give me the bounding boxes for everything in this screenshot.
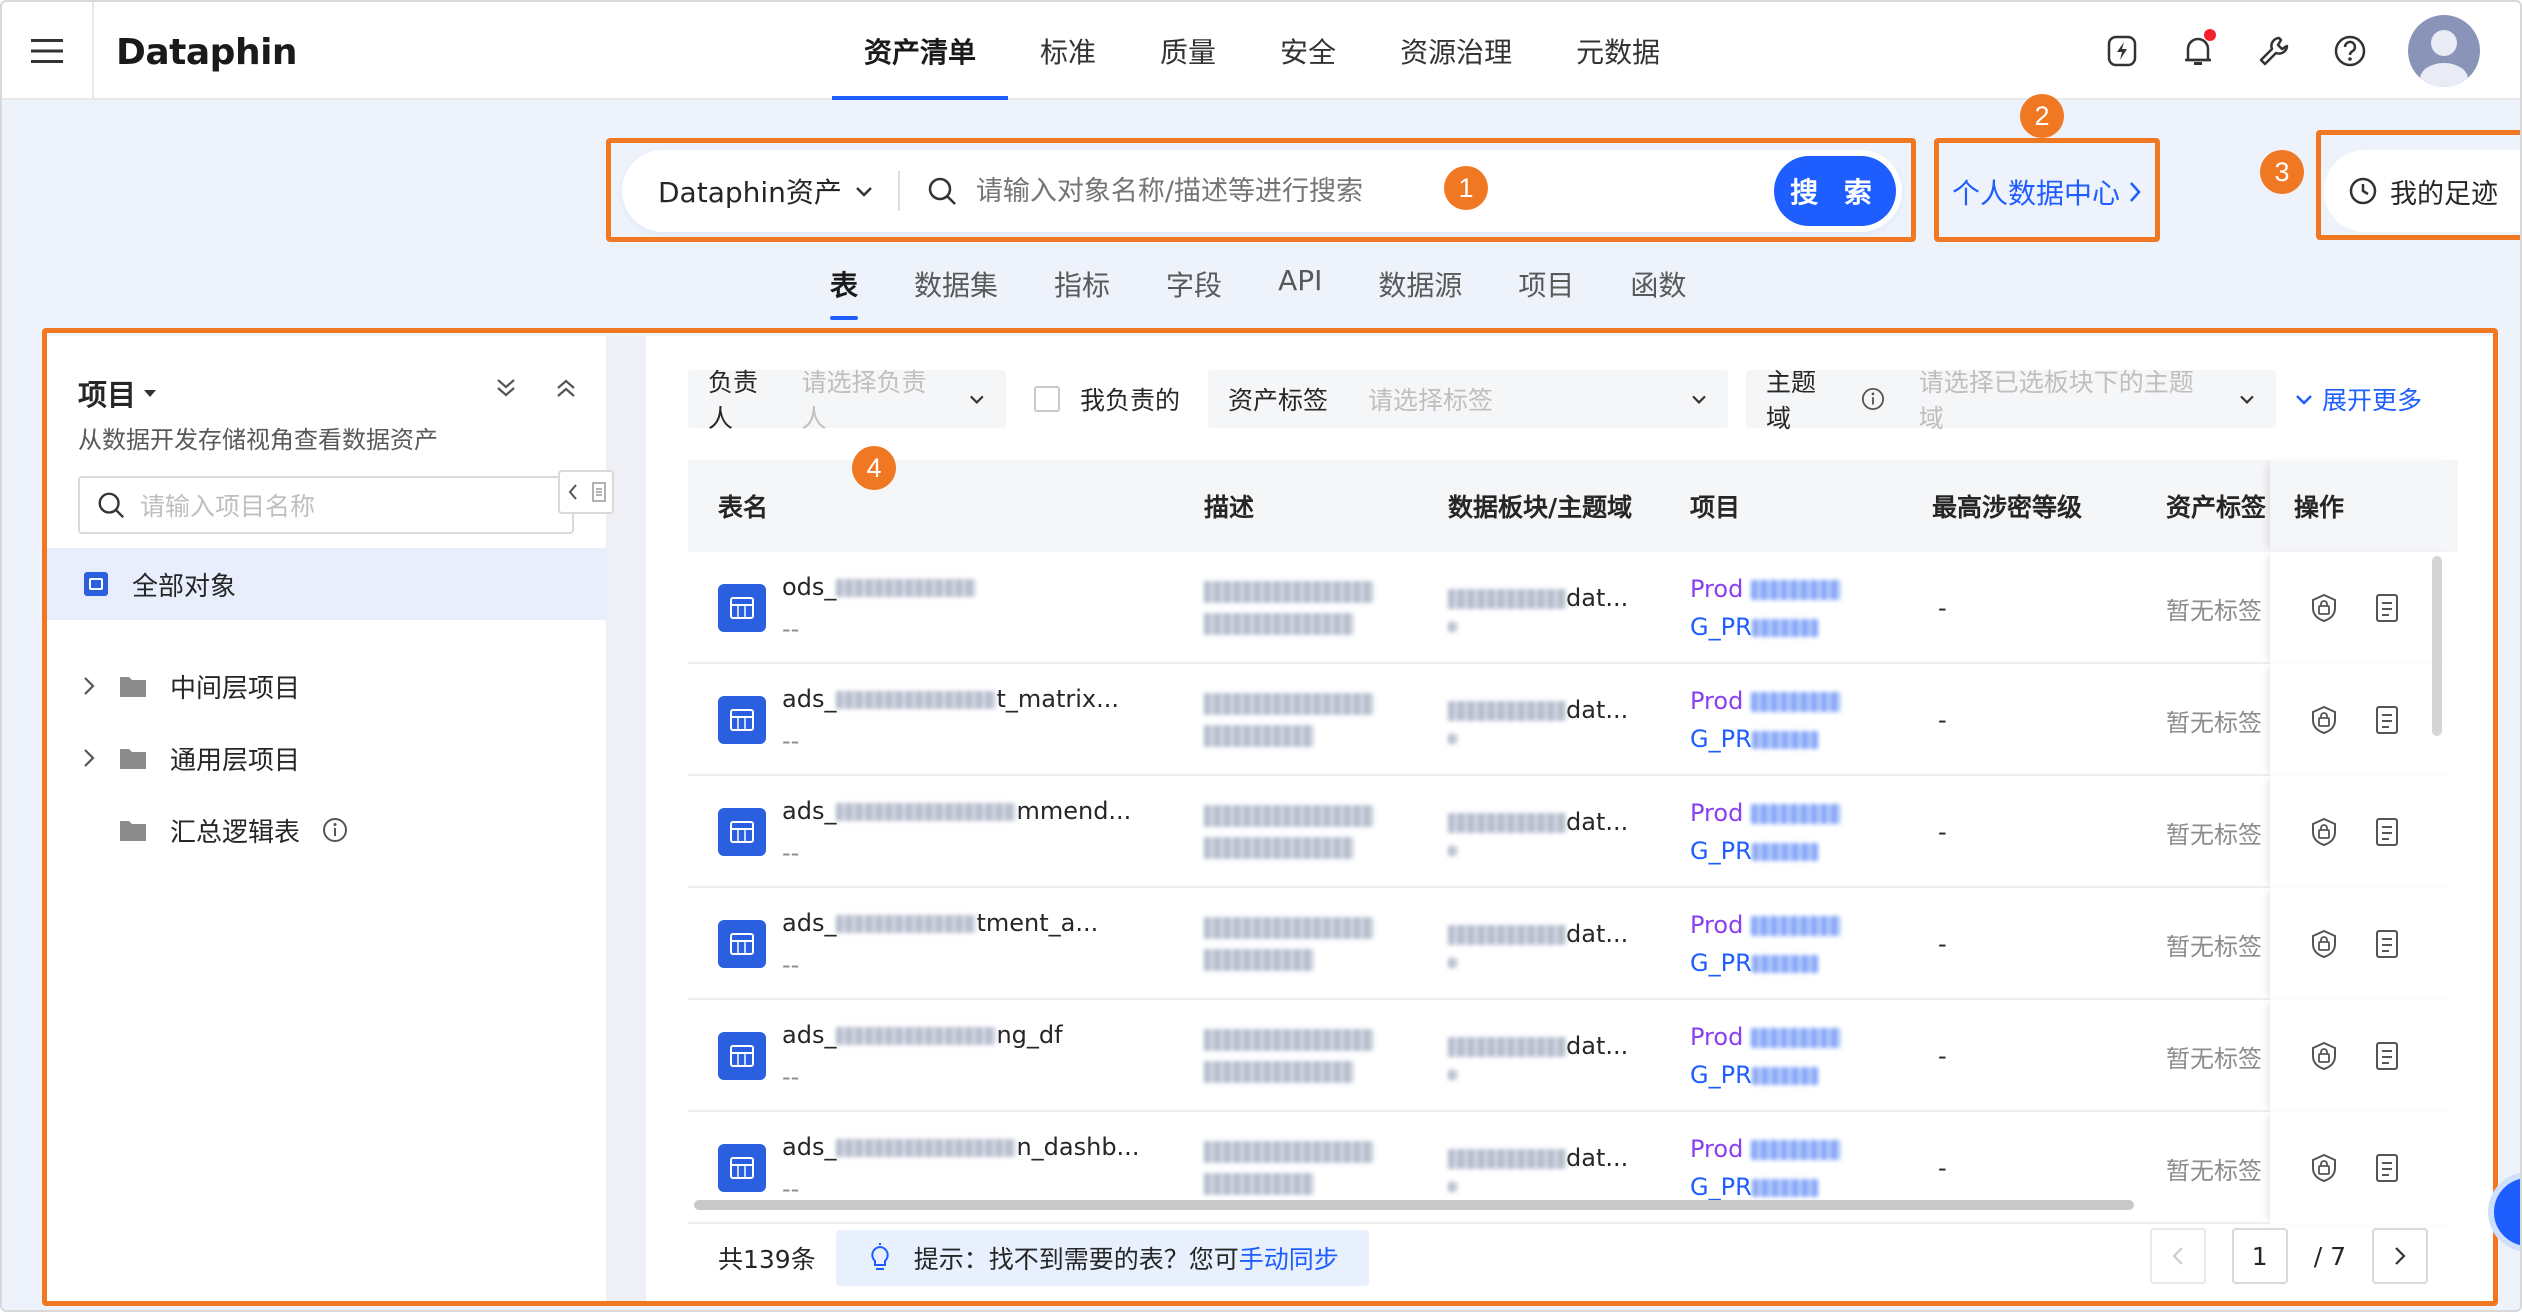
highlight-box-3 — [2316, 130, 2520, 240]
nav-governance[interactable]: 资源治理 — [1368, 2, 1544, 100]
nav-standard[interactable]: 标准 — [1008, 2, 1128, 100]
nav-quality[interactable]: 质量 — [1128, 2, 1248, 100]
user-avatar[interactable] — [2408, 15, 2480, 87]
wrench-icon[interactable] — [2256, 33, 2292, 69]
menu-button[interactable] — [2, 2, 94, 100]
app-window: Dataphin 资产清单 标准 质量 安全 资源治理 元数据 Dataphin… — [0, 0, 2522, 1312]
lightning-icon[interactable] — [2104, 33, 2140, 69]
nav-metadata[interactable]: 元数据 — [1544, 2, 1692, 100]
badge-4: 4 — [852, 446, 896, 490]
tab-function[interactable]: 函数 — [1602, 252, 1714, 316]
top-icons — [2104, 2, 2480, 100]
logo-text: Dataphin — [116, 32, 298, 73]
top-bar: Dataphin 资产清单 标准 质量 安全 资源治理 元数据 — [2, 2, 2520, 100]
badge-2: 2 — [2020, 94, 2064, 138]
dataphin-logo[interactable]: Dataphin — [116, 32, 298, 73]
tab-table[interactable]: 表 — [802, 252, 886, 320]
notification-dot — [2204, 29, 2216, 41]
badge-3: 3 — [2260, 150, 2304, 194]
tab-dataset[interactable]: 数据集 — [886, 252, 1026, 316]
tab-api[interactable]: API — [1250, 252, 1350, 316]
tab-field[interactable]: 字段 — [1138, 252, 1250, 316]
tab-datasource[interactable]: 数据源 — [1350, 252, 1490, 316]
badge-1: 1 — [1444, 166, 1488, 210]
asset-type-tabs: 表 数据集 指标 字段 API 数据源 项目 函数 — [802, 252, 1714, 320]
highlight-box-4 — [42, 328, 2498, 1306]
main-nav: 资产清单 标准 质量 安全 资源治理 元数据 — [832, 2, 1692, 100]
highlight-box-1 — [606, 138, 1916, 242]
highlight-box-2 — [1934, 138, 2160, 242]
tab-metric[interactable]: 指标 — [1026, 252, 1138, 316]
nav-security[interactable]: 安全 — [1248, 2, 1368, 100]
nav-asset-list[interactable]: 资产清单 — [832, 2, 1009, 100]
tab-project[interactable]: 项目 — [1490, 252, 1602, 316]
bell-icon[interactable] — [2180, 29, 2216, 69]
help-icon[interactable] — [2332, 33, 2368, 69]
hamburger-icon — [31, 39, 63, 63]
